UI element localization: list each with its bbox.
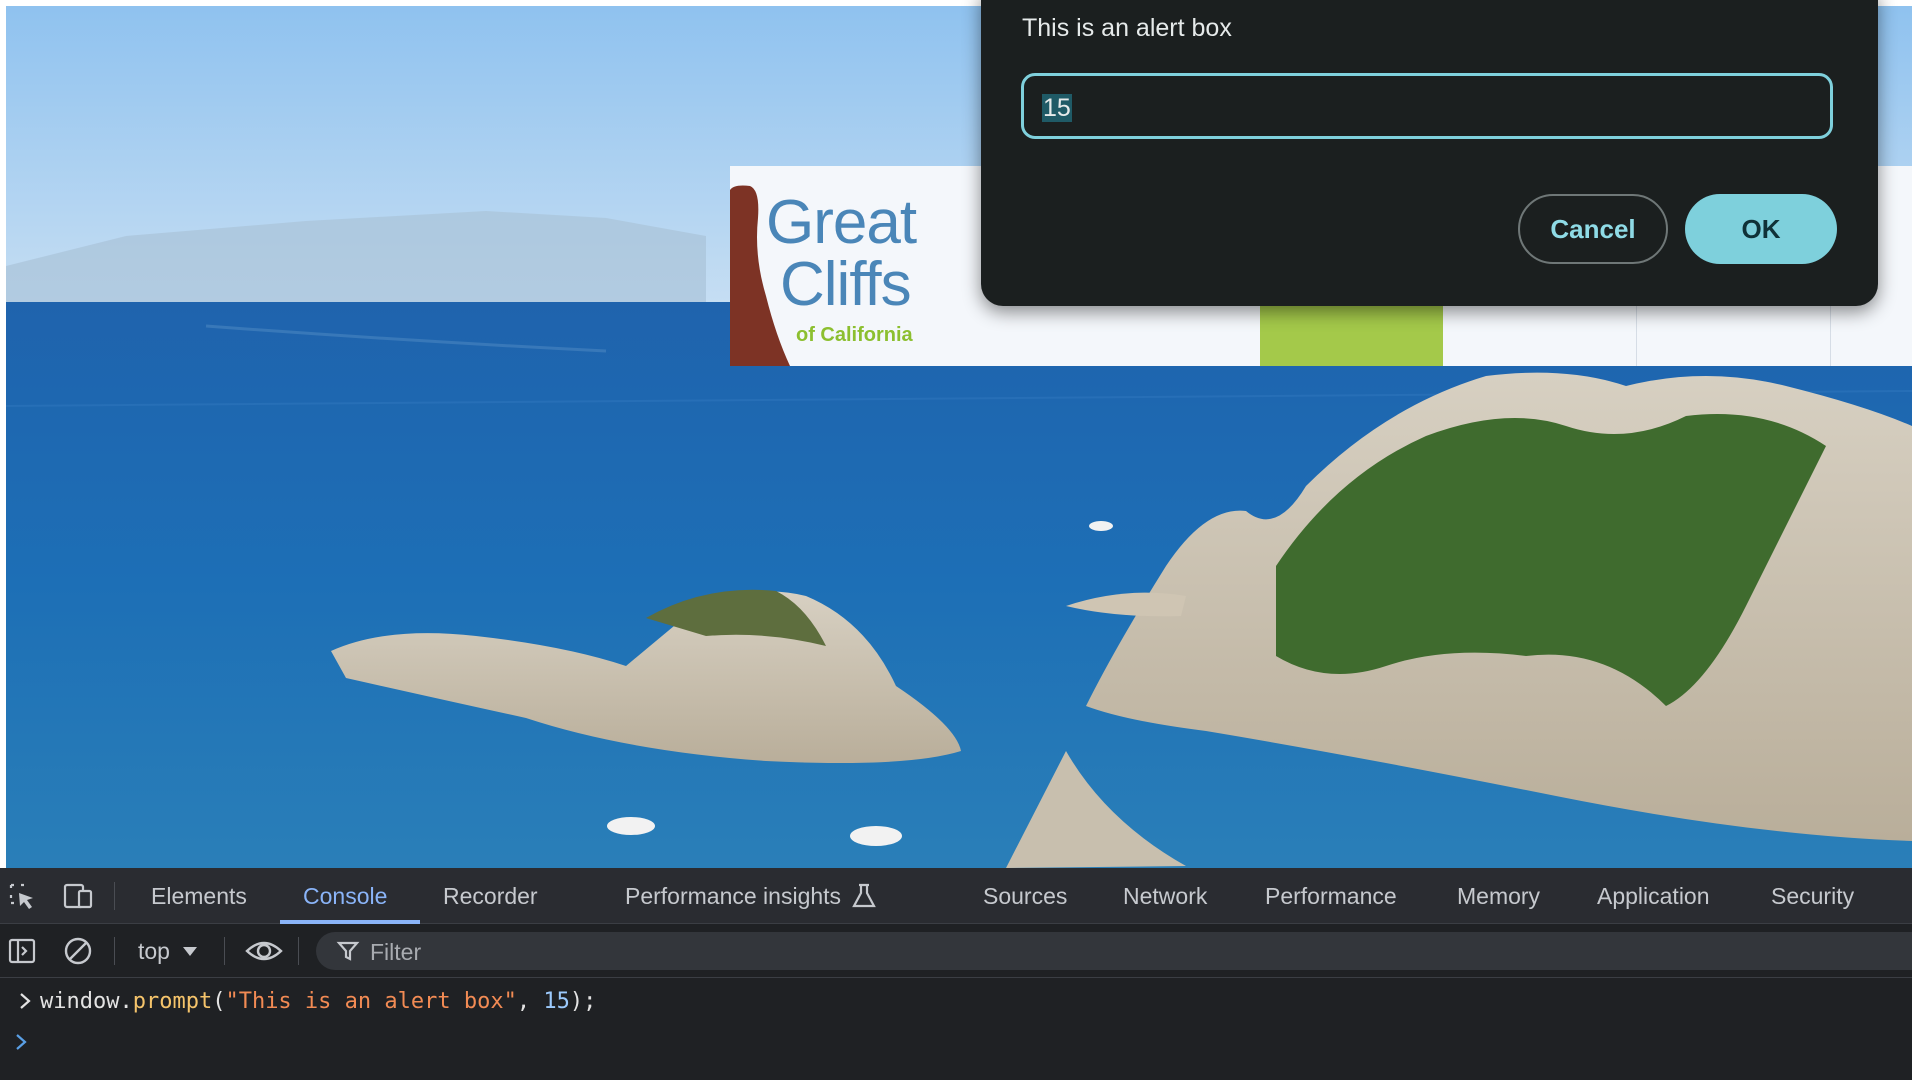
tab-network[interactable]: Network xyxy=(1123,868,1207,924)
console-input-prompt[interactable] xyxy=(14,1032,28,1057)
clear-console-icon[interactable] xyxy=(62,935,94,967)
toolbar-separator xyxy=(114,937,115,965)
context-selector-value: top xyxy=(138,937,170,964)
flask-icon xyxy=(852,883,876,908)
prompt-input-value: 15 xyxy=(1042,94,1072,122)
logo-text-california: of California xyxy=(796,324,913,346)
ok-button[interactable]: OK xyxy=(1685,194,1837,264)
tab-console[interactable]: Console xyxy=(303,868,387,924)
tab-sources[interactable]: Sources xyxy=(983,868,1067,924)
sidebar-icon[interactable] xyxy=(6,935,38,967)
dropdown-triangle-icon xyxy=(182,947,197,956)
filter-placeholder: Filter xyxy=(370,939,422,965)
filter-icon xyxy=(336,941,360,961)
devtools-panel: Elements Console Recorder Performance in… xyxy=(0,868,1912,1080)
tab-security[interactable]: Security xyxy=(1771,868,1854,924)
tab-recorder[interactable]: Recorder xyxy=(443,868,538,924)
cancel-button[interactable]: Cancel xyxy=(1518,194,1668,264)
inspect-element-icon[interactable] xyxy=(6,880,38,912)
context-selector[interactable]: top xyxy=(138,924,198,978)
tab-application[interactable]: Application xyxy=(1597,868,1710,924)
dialog-message: This is an alert box xyxy=(1022,14,1232,42)
console-object: window. xyxy=(40,989,133,1014)
toolbar-separator xyxy=(298,937,299,965)
device-toolbar-icon[interactable] xyxy=(62,880,94,912)
page-viewport: Great Cliffs of California This is an al… xyxy=(0,0,1912,868)
toolbar-separator xyxy=(224,937,225,965)
prompt-input[interactable]: 15 xyxy=(1021,73,1833,139)
devtools-tabbar: Elements Console Recorder Performance in… xyxy=(0,868,1912,924)
logo-text-cliffs: Cliffs xyxy=(780,250,912,319)
eye-icon[interactable] xyxy=(244,935,284,967)
console-toolbar: top Filter xyxy=(0,924,1912,978)
tab-performance-insights-label: Performance insights xyxy=(625,882,842,909)
console-string-arg: "This is an alert box" xyxy=(225,989,517,1014)
console-output[interactable]: window.prompt("This is an alert box", 15… xyxy=(0,978,1912,1080)
chevron-right-icon xyxy=(20,993,31,1009)
console-paren-close: ); xyxy=(569,989,597,1014)
console-filter-input[interactable]: Filter xyxy=(316,932,1912,970)
tab-elements[interactable]: Elements xyxy=(151,868,247,924)
console-number-arg: 15 xyxy=(543,989,570,1014)
console-paren-open: ( xyxy=(212,989,226,1014)
logo-text-great: Great xyxy=(766,188,917,257)
chevron-right-icon xyxy=(16,1034,27,1050)
console-command-line: window.prompt("This is an alert box", 15… xyxy=(18,989,596,1014)
site-logo[interactable]: Great Cliffs of California xyxy=(730,166,930,366)
tab-performance-insights[interactable]: Performance insights xyxy=(625,868,877,924)
console-method: prompt xyxy=(132,989,213,1014)
tab-performance[interactable]: Performance xyxy=(1265,868,1397,924)
console-comma: , xyxy=(516,989,544,1014)
tab-memory[interactable]: Memory xyxy=(1457,868,1540,924)
prompt-dialog: This is an alert box 15 Cancel OK xyxy=(981,0,1878,306)
toolbar-separator xyxy=(114,882,115,910)
